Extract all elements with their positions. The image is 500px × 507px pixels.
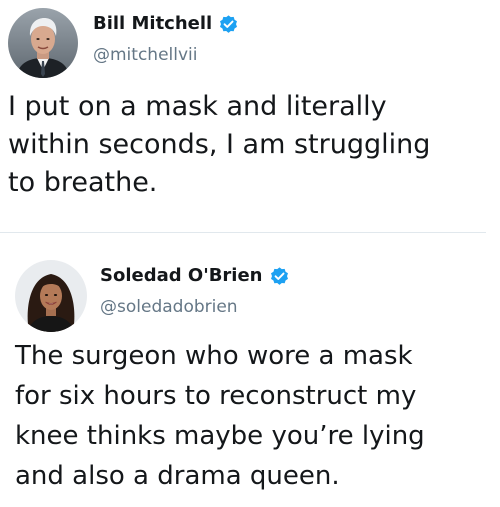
tweet-text: The surgeon who wore a mask for six hour…: [15, 341, 425, 491]
profile-photo-icon: [8, 8, 78, 78]
tweet-card[interactable]: Soledad O'Brien @soledadobrien The surge…: [0, 252, 500, 507]
handle[interactable]: @soledadobrien: [100, 296, 238, 318]
tweet-text: I put on a mask and literally within sec…: [8, 91, 431, 198]
author-row: Bill Mitchell: [93, 12, 239, 36]
verified-badge-icon: [269, 266, 290, 287]
display-name[interactable]: Soledad O'Brien: [100, 264, 263, 288]
verified-badge-icon: [218, 14, 239, 35]
profile-photo-icon: [15, 260, 87, 332]
tweet-card[interactable]: Bill Mitchell @mitchellvii I put on a ma…: [0, 0, 500, 232]
display-name[interactable]: Bill Mitchell: [93, 12, 212, 36]
avatar[interactable]: [15, 260, 87, 332]
divider: [0, 232, 486, 233]
avatar[interactable]: [8, 8, 78, 78]
author-row: Soledad O'Brien: [100, 264, 290, 288]
handle[interactable]: @mitchellvii: [93, 44, 197, 66]
